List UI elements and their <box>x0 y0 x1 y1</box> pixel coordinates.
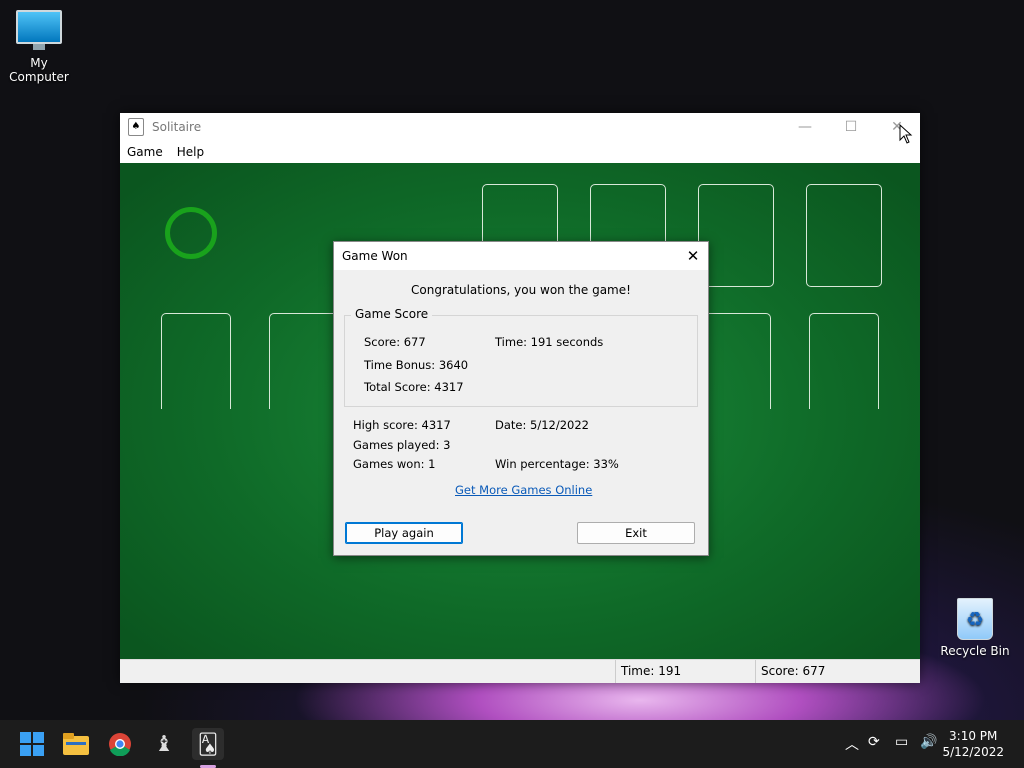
tableau-slot[interactable] <box>701 313 771 409</box>
desktop-icon-label: My Computer <box>9 56 69 84</box>
tableau-slot[interactable] <box>161 313 231 409</box>
foundation-slot[interactable] <box>698 184 774 287</box>
volume-icon[interactable]: 🔊 <box>920 734 937 750</box>
games-played-value: Games played: 3 <box>353 438 451 452</box>
play-again-button[interactable]: Play again <box>345 522 463 544</box>
monitor-icon <box>16 10 62 50</box>
solitaire-app-icon: ♠ <box>128 118 144 136</box>
menu-help[interactable]: Help <box>177 145 204 159</box>
close-button[interactable]: ✕ <box>874 113 920 141</box>
win-percentage-value: Win percentage: 33% <box>495 457 619 471</box>
title-bar[interactable]: ♠ Solitaire — ☐ ✕ <box>120 113 920 141</box>
total-score-value: Total Score: 4317 <box>364 380 464 394</box>
network-icon[interactable]: ▭ <box>895 734 908 750</box>
dialog-title: Game Won <box>342 249 408 263</box>
solitaire-taskbar-icon[interactable]: 🂡 <box>192 728 224 760</box>
date-value: Date: 5/12/2022 <box>495 418 589 432</box>
menu-bar: Game Help <box>120 141 920 163</box>
tableau-slot[interactable] <box>269 313 339 409</box>
update-icon[interactable]: ⟳ <box>868 734 880 750</box>
chess-icon[interactable]: ♝ <box>148 728 180 760</box>
mouse-cursor-icon <box>899 124 913 144</box>
clock-time: 3:10 PM <box>949 729 998 743</box>
clock-date: 5/12/2022 <box>942 745 1004 759</box>
windows-logo-icon <box>20 732 44 756</box>
menu-game[interactable]: Game <box>127 145 163 159</box>
clock[interactable]: 3:10 PM 5/12/2022 <box>942 728 1004 760</box>
score-value: Score: 677 <box>364 335 426 349</box>
recycle-bin-icon: ♻ <box>957 598 993 640</box>
file-explorer-icon[interactable] <box>60 728 92 760</box>
status-bar: Time: 191 Score: 677 <box>120 659 920 683</box>
high-score-value: High score: 4317 <box>353 418 451 432</box>
time-bonus-value: Time Bonus: 3640 <box>364 358 469 372</box>
start-icon[interactable] <box>16 728 48 760</box>
stock-pile-empty-ring[interactable] <box>165 207 217 259</box>
minimize-button[interactable]: — <box>782 113 828 141</box>
group-title: Game Score <box>351 307 433 321</box>
desktop-icon-my-computer[interactable]: My Computer <box>0 10 79 84</box>
desktop-icon-recycle-bin[interactable]: ♻ Recycle Bin <box>935 598 1015 658</box>
dialog-close-icon[interactable]: ✕ <box>678 247 708 265</box>
window-title: Solitaire <box>152 120 202 134</box>
status-score: Score: 677 <box>755 660 916 683</box>
tableau-slot[interactable] <box>809 313 879 409</box>
status-time: Time: 191 <box>615 660 756 683</box>
get-more-games-link[interactable]: Get More Games Online <box>455 483 592 497</box>
maximize-button[interactable]: ☐ <box>828 113 874 141</box>
dialog-title-bar[interactable]: Game Won ✕ <box>334 242 708 270</box>
game-won-dialog: Game Won ✕ Congratulations, you won the … <box>333 241 709 556</box>
chrome-icon[interactable] <box>104 728 136 760</box>
congratulations-message: Congratulations, you won the game! <box>411 283 631 297</box>
desktop-icon-label: Recycle Bin <box>940 644 1010 658</box>
time-value: Time: 191 seconds <box>495 335 604 349</box>
foundation-slot[interactable] <box>806 184 882 287</box>
exit-button[interactable]: Exit <box>577 522 695 544</box>
games-won-value: Games won: 1 <box>353 457 436 471</box>
taskbar: ♝ 🂡 ︿ ⟳ ▭ 🔊 3:10 PM 5/12/2022 <box>0 720 1024 768</box>
game-score-group: Game Score Score: 677 Time: 191 seconds … <box>344 307 698 407</box>
chevron-up-icon[interactable]: ︿ <box>845 734 859 754</box>
